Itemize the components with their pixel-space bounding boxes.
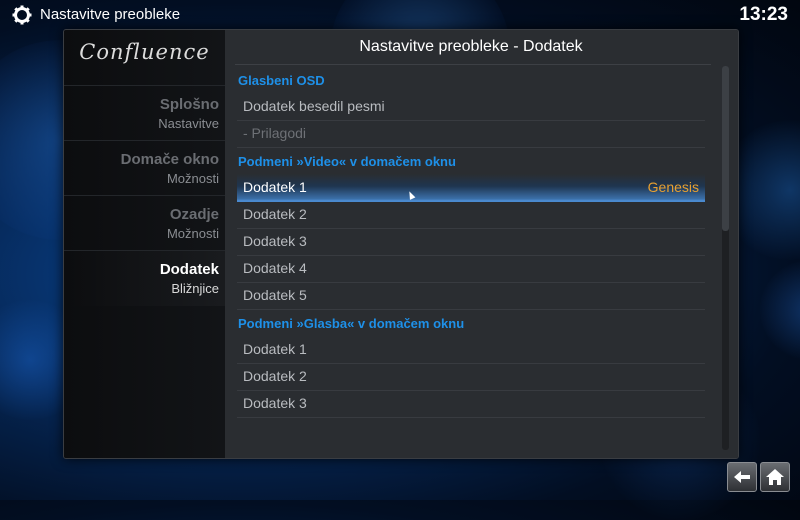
section-title: Podmeni »Glasba« v domačem oknu	[238, 316, 465, 331]
sidebar-item-4[interactable]: Dodatek Bližnjice	[64, 250, 225, 306]
sidebar-item-2[interactable]: Domače okno Možnosti	[64, 140, 225, 196]
sidebar-item-sublabel: Možnosti	[166, 226, 219, 241]
list-item[interactable]: Dodatek 1 Genesis	[237, 174, 705, 202]
list-item-label: Dodatek 2	[243, 206, 307, 222]
list-item[interactable]: Dodatek 3	[237, 390, 705, 418]
sidebar-item-sublabel: Možnosti	[166, 171, 219, 186]
list-item[interactable]: Dodatek 1	[237, 336, 705, 364]
gear-icon	[12, 5, 32, 25]
list-item-label: Dodatek 3	[243, 233, 307, 249]
list-item[interactable]: - Prilagodi	[237, 120, 705, 148]
top-bar: Nastavitve preobleke 13:23	[0, 0, 800, 30]
section-title: Podmeni »Video« v domačem oknu	[238, 154, 456, 169]
list-item[interactable]: Dodatek 5	[237, 282, 705, 310]
skin-logo: Confluence	[79, 40, 210, 64]
divider	[235, 64, 711, 65]
list-item-value: Genesis	[647, 179, 699, 195]
list-item[interactable]: Dodatek 4	[237, 255, 705, 283]
list-item-label: Dodatek 4	[243, 260, 307, 276]
list-item[interactable]: Dodatek 3	[237, 228, 705, 256]
sidebar-item-sublabel: Nastavitve	[158, 116, 219, 131]
list-item[interactable]: Dodatek besedil pesmi	[237, 93, 705, 121]
settings-dialog: Confluence Splošno Nastavitve Domače okno M…	[63, 29, 739, 459]
dialog-title: Nastavitve preobleke - Dodatek	[359, 38, 583, 55]
list-item-label: Dodatek 1	[243, 179, 307, 195]
section-title: Glasbeni OSD	[238, 73, 325, 88]
home-button[interactable]	[760, 462, 790, 492]
list-item[interactable]: Dodatek 2	[237, 363, 705, 391]
sidebar-item-label: Ozadje	[169, 206, 219, 223]
section-header: Podmeni »Video« v domačem oknu	[237, 147, 705, 174]
scrollbar-thumb[interactable]	[722, 66, 729, 231]
sidebar-item-label: Dodatek	[159, 261, 219, 278]
home-icon	[766, 469, 784, 485]
list-item-label: Dodatek 1	[243, 341, 307, 357]
list-item[interactable]: Dodatek 2	[237, 201, 705, 229]
list-item-label: Dodatek 5	[243, 287, 307, 303]
section-header: Podmeni »Glasba« v domačem oknu	[237, 309, 705, 336]
scrollbar[interactable]	[722, 66, 729, 450]
sidebar-item-3[interactable]: Ozadje Možnosti	[64, 195, 225, 251]
back-arrow-icon	[734, 471, 750, 483]
sidebar-item-1[interactable]: Splošno Nastavitve	[64, 85, 225, 141]
list-item-label: Dodatek besedil pesmi	[243, 98, 385, 114]
sidebar: Confluence Splošno Nastavitve Domače okno M…	[64, 30, 225, 458]
list-item-label: Dodatek 3	[243, 395, 307, 411]
list-item-label: Dodatek 2	[243, 368, 307, 384]
list-item-label: - Prilagodi	[243, 125, 307, 141]
content-panel: Nastavitve preobleke - Dodatek x Glasben…	[225, 30, 738, 458]
sidebar-item-sublabel: Bližnjice	[171, 281, 219, 296]
back-button[interactable]	[727, 462, 757, 492]
app-title: Nastavitve preobleke	[40, 6, 181, 23]
clock: 13:23	[739, 4, 788, 25]
sidebar-item-label: Splošno	[159, 96, 219, 113]
section-header: Glasbeni OSD	[237, 66, 705, 93]
sidebar-item-label: Domače okno	[120, 151, 219, 168]
